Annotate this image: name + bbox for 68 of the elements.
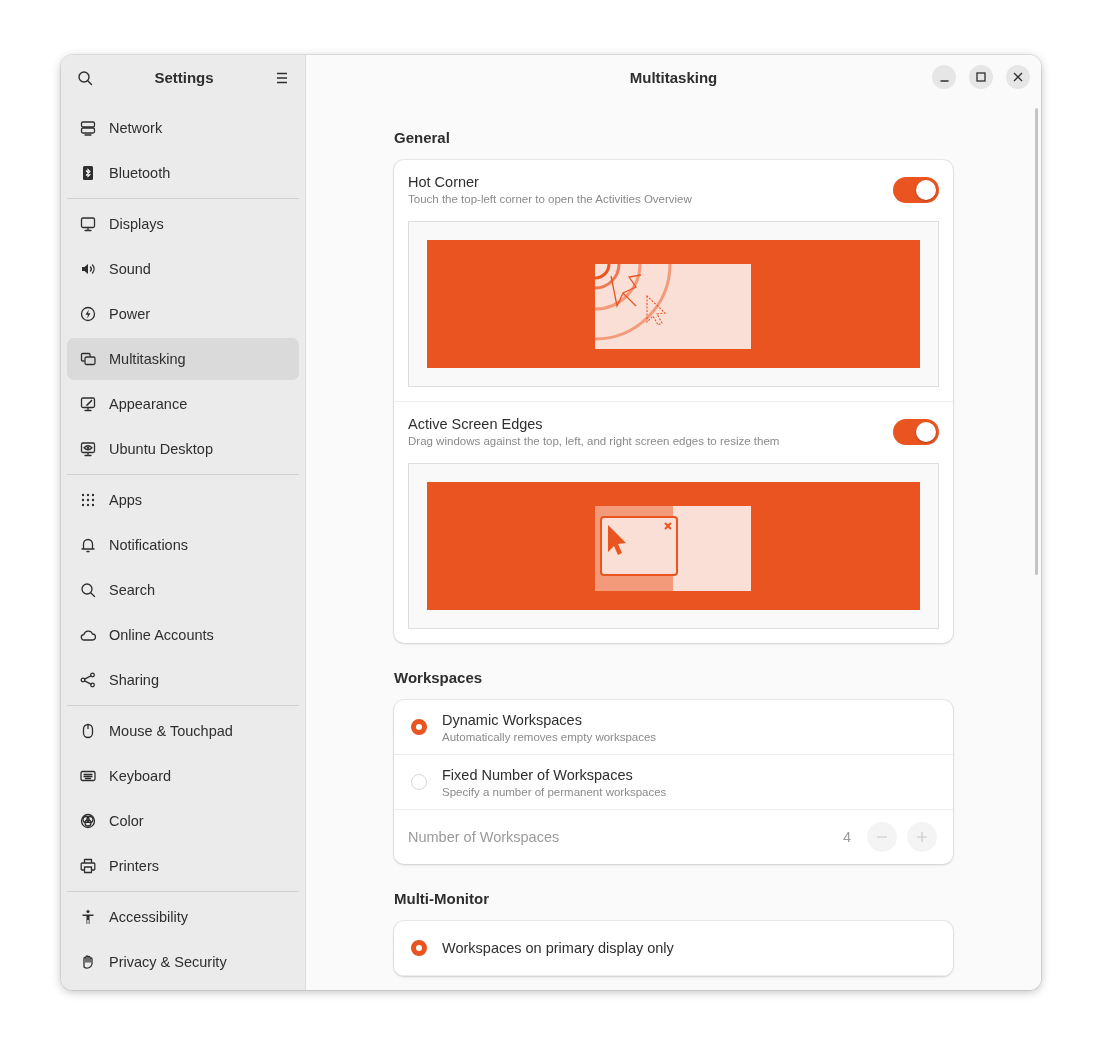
option-title: Fixed Number of Workspaces xyxy=(442,766,634,783)
minimize-button[interactable] xyxy=(932,65,956,89)
option-description: Specify a number of permanent workspaces xyxy=(442,785,667,798)
sidebar-item[interactable]: Bluetooth xyxy=(67,152,299,194)
setting-description: Touch the top-left corner to open the Activities Overview xyxy=(408,193,692,205)
sidebar-item[interactable]: Notifications xyxy=(67,524,299,566)
page-title: Multitasking xyxy=(629,69,718,86)
cloud-icon xyxy=(80,627,96,643)
bell-icon xyxy=(80,537,96,553)
mouse-icon xyxy=(80,723,96,739)
sidebar-item[interactable]: Accessibility xyxy=(67,896,299,938)
monitor-brush-icon xyxy=(80,396,96,412)
sidebar-item[interactable]: Appearance xyxy=(67,383,299,425)
maximize-icon xyxy=(976,72,986,82)
close-icon xyxy=(1013,72,1023,82)
sidebar-item[interactable]: Sound xyxy=(67,248,299,290)
sidebar-item[interactable]: Color xyxy=(67,800,299,842)
sidebar-item[interactable]: Multitasking xyxy=(67,338,299,380)
radio-button[interactable] xyxy=(411,940,427,956)
hand-icon xyxy=(80,954,96,970)
setting-title: Active Screen Edges xyxy=(408,416,544,432)
sidebar-item[interactable]: Power xyxy=(67,293,299,335)
close-button[interactable] xyxy=(1006,65,1030,89)
search-icon[interactable] xyxy=(77,69,93,86)
section-heading: Workspaces xyxy=(394,669,484,686)
toggle-switch[interactable] xyxy=(893,176,939,203)
section-heading: Multi-Monitor xyxy=(394,890,490,907)
grid-icon xyxy=(80,492,96,508)
sidebar-item[interactable]: Mouse & Touchpad xyxy=(67,710,299,752)
minimize-icon xyxy=(939,79,949,82)
spin-value: 4 xyxy=(842,829,851,845)
bluetooth-icon xyxy=(80,165,96,181)
sidebar-item[interactable]: Privacy & Security xyxy=(67,941,299,983)
section-heading: General xyxy=(394,129,451,146)
sidebar-item[interactable]: Apps xyxy=(67,479,299,521)
printer-icon xyxy=(80,858,96,874)
monitor-icon xyxy=(80,216,96,232)
monitor-eye-icon xyxy=(80,441,96,457)
sidebar-item[interactable]: Search xyxy=(67,569,299,611)
maximize-button[interactable] xyxy=(969,65,993,89)
search-icon xyxy=(80,582,96,598)
keyboard-icon xyxy=(80,768,96,784)
sidebar-item[interactable]: Displays xyxy=(67,203,299,245)
option-title: Dynamic Workspaces xyxy=(442,711,583,728)
sidebar-item[interactable]: Keyboard xyxy=(67,755,299,797)
toggle-switch[interactable] xyxy=(893,418,939,445)
person-icon xyxy=(80,909,96,925)
sidebar-title: Settings xyxy=(154,69,214,86)
windows-icon xyxy=(80,351,96,367)
sidebar-item[interactable]: Network xyxy=(67,107,299,149)
share-icon xyxy=(80,672,96,688)
setting-description: Drag windows against the top, left, and right screen edges to resize them xyxy=(408,435,780,447)
menu-icon[interactable] xyxy=(275,71,289,84)
power-icon xyxy=(80,306,96,322)
sidebar-item[interactable]: Printers xyxy=(67,845,299,887)
speaker-icon xyxy=(80,261,96,277)
sidebar-item[interactable]: Online Accounts xyxy=(67,614,299,656)
scrollbar[interactable] xyxy=(1035,108,1038,575)
color-circles-icon xyxy=(80,813,96,829)
setting-label: Number of Workspaces xyxy=(408,829,561,845)
plus-icon xyxy=(916,831,928,843)
setting-title: Hot Corner xyxy=(408,174,480,190)
option-title: Workspaces on primary display only xyxy=(442,940,674,956)
option-description: Automatically removes empty workspaces xyxy=(442,730,657,743)
network-icon xyxy=(80,120,96,136)
radio-button[interactable] xyxy=(411,719,427,735)
sidebar-item[interactable]: Ubuntu Desktop xyxy=(67,428,299,470)
sidebar-item[interactable]: Sharing xyxy=(67,659,299,701)
